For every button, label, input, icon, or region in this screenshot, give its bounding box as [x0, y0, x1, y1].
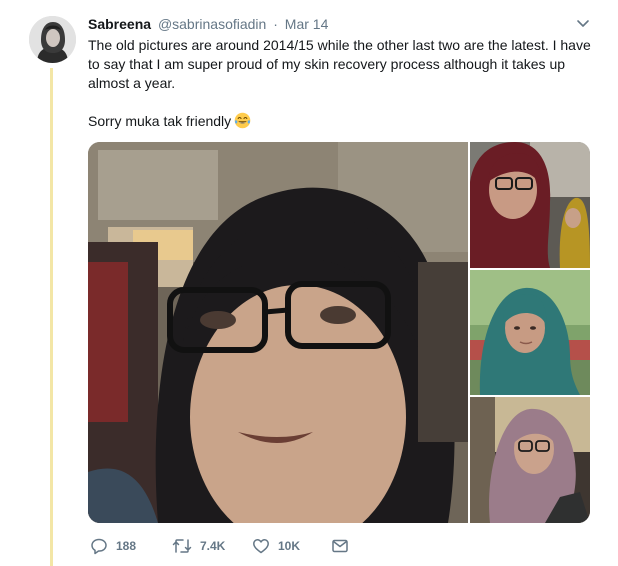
reply-button[interactable]: 188 — [90, 535, 136, 557]
tweet-text-paragraph-2: Sorry muka tak friendly — [88, 112, 603, 131]
tweet-actions: 188 7.4K 10K — [88, 535, 368, 557]
avatar[interactable] — [29, 16, 76, 63]
photo-old-selfie[interactable] — [88, 142, 468, 523]
retweet-button[interactable]: 7.4K — [172, 535, 225, 557]
tweet-text-line: Sorry muka tak friendly — [88, 113, 232, 129]
reply-count: 188 — [116, 539, 137, 553]
tweet-text-paragraph: The old pictures are around 2014/15 whil… — [88, 37, 591, 91]
photo-teal-hijab[interactable] — [470, 270, 590, 395]
tweet-text: The old pictures are around 2014/15 whil… — [88, 36, 603, 131]
tweet-timestamp[interactable]: Mar 14 — [285, 16, 329, 32]
avatar-image — [29, 16, 76, 63]
thread-line — [50, 68, 53, 566]
like-icon — [253, 539, 269, 554]
tears-of-joy-emoji-icon — [234, 112, 251, 129]
tweet-header: Sabreena @sabrinasofiadin · Mar 14 — [88, 15, 328, 33]
like-count: 10K — [278, 539, 301, 553]
retweet-icon — [172, 539, 192, 553]
tweet-card[interactable]: Sabreena @sabrinasofiadin · Mar 14 The o… — [0, 0, 618, 566]
author-handle[interactable]: @sabrinasofiadin — [158, 16, 266, 32]
separator-dot: · — [273, 16, 278, 32]
reply-icon — [91, 538, 107, 555]
retweet-count: 7.4K — [200, 539, 226, 553]
direct-message-icon — [332, 539, 348, 553]
tweet-media-grid — [88, 142, 590, 523]
author-display-name[interactable]: Sabreena — [88, 16, 151, 32]
like-button[interactable]: 10K — [252, 535, 300, 557]
photo-maroon-hijab[interactable] — [470, 142, 590, 268]
chevron-down-icon[interactable] — [574, 14, 592, 32]
photo-mauve-hijab[interactable] — [470, 397, 590, 523]
direct-message-button[interactable] — [331, 535, 349, 557]
